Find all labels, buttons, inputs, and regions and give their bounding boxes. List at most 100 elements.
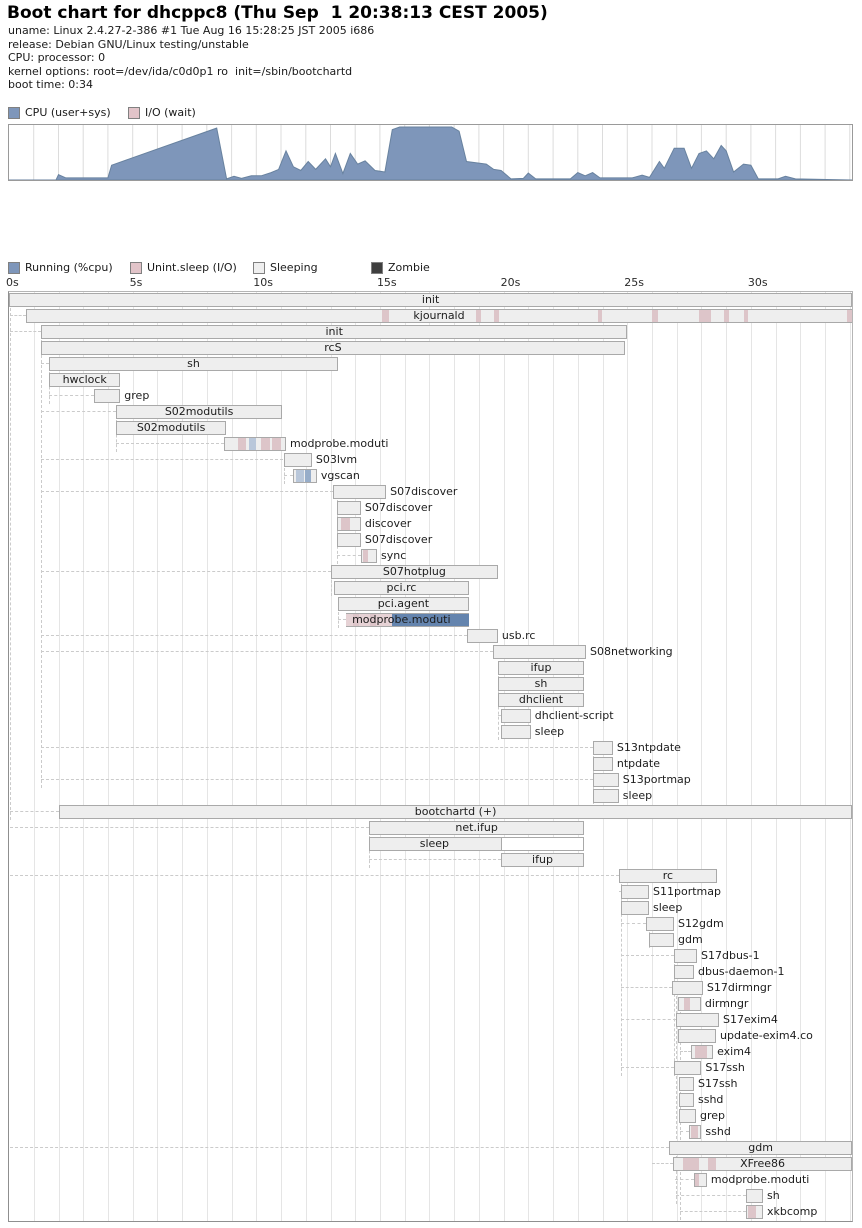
gridline [726, 292, 727, 1221]
process-state-segment [847, 310, 852, 322]
tree-connector [10, 811, 59, 812]
tree-connector-vertical [10, 308, 11, 820]
gridline [331, 292, 332, 1221]
running-swatch-icon [8, 262, 20, 274]
process-bar [679, 1109, 696, 1123]
time-tick-label: 10s [253, 276, 273, 289]
process-bar [649, 933, 674, 947]
process-state-segment [238, 438, 247, 450]
process-state-segment [353, 614, 359, 626]
tree-connector [41, 459, 283, 460]
process-state-segment [272, 438, 281, 450]
process-bar [369, 821, 584, 835]
legend-cpu-label: CPU (user+sys) [25, 106, 111, 119]
tree-connector [49, 395, 94, 396]
process-state-segment [699, 310, 711, 322]
process-bar [49, 373, 120, 387]
tree-connector [621, 1067, 674, 1068]
gridline [652, 292, 653, 1221]
process-bar [498, 677, 584, 691]
process-bar [674, 949, 697, 963]
process-label: S17dirmngr [707, 981, 772, 995]
process-state-segment [363, 550, 369, 562]
process-bar [116, 421, 226, 435]
gridline [83, 292, 84, 1221]
process-label: S17ssh [698, 1077, 737, 1091]
process-label: sh [767, 1189, 780, 1203]
process-bar [676, 1013, 719, 1027]
process-state-segment [748, 1206, 756, 1218]
process-state-segment [476, 310, 481, 322]
process-label: ntpdate [617, 757, 660, 771]
tree-connector [676, 1195, 746, 1196]
gridline [825, 292, 826, 1221]
legend-cpu: CPU (user+sys) [8, 106, 111, 119]
page-title: Boot chart for dhcppc8 (Thu Sep 1 20:38:… [7, 3, 548, 23]
tree-connector [41, 747, 593, 748]
process-bar [593, 789, 619, 803]
process-idle-segment [501, 837, 584, 851]
process-label: sync [381, 549, 406, 563]
gridline [627, 292, 628, 1221]
tree-connector [41, 635, 467, 636]
unint-sleep-swatch-icon [130, 262, 142, 274]
process-bar [41, 325, 627, 339]
process-bar [498, 661, 584, 675]
kernel-options-line: kernel options: root=/dev/ida/c0d0p1 ro … [8, 65, 352, 78]
tree-connector-vertical [41, 340, 42, 788]
process-state-segment [261, 438, 270, 450]
process-state-segment [724, 310, 729, 322]
tree-connector [680, 1131, 689, 1132]
process-label: gdm [678, 933, 703, 947]
tree-connector [41, 779, 593, 780]
process-label: S07discover [390, 485, 457, 499]
process-bar [337, 501, 361, 515]
process-bar [674, 965, 694, 979]
sleeping-swatch-icon [253, 262, 265, 274]
process-label: S03lvm [316, 453, 357, 467]
gridline [59, 292, 60, 1221]
process-bar [337, 533, 361, 547]
process-label: xkbcomp [767, 1205, 817, 1219]
time-tick-label: 25s [624, 276, 644, 289]
process-label: exim4 [717, 1045, 751, 1059]
process-state-segment [341, 518, 350, 530]
io-swatch-icon [128, 107, 140, 119]
gridline [850, 292, 851, 1221]
process-state-segment [652, 310, 658, 322]
gridline [281, 292, 282, 1221]
process-bar [674, 1061, 701, 1075]
legend-running: Running (%cpu) [8, 261, 113, 274]
process-bar [621, 885, 649, 899]
process-label: modprobe.moduti [290, 437, 388, 451]
legend-zombie-label: Zombie [388, 261, 430, 274]
tree-connector [621, 923, 646, 924]
process-bar [498, 693, 584, 707]
legend-unint-sleep-label: Unint.sleep (I/O) [147, 261, 237, 274]
gridline [380, 292, 381, 1221]
tree-connector [41, 363, 49, 364]
process-state-segment [695, 1046, 707, 1058]
legend-zombie: Zombie [371, 261, 430, 274]
tree-connector [337, 555, 361, 556]
process-bar [94, 389, 120, 403]
process-label: S13portmap [623, 773, 691, 787]
process-label: usb.rc [502, 629, 536, 643]
gridline [776, 292, 777, 1221]
legend-io-label: I/O (wait) [145, 106, 196, 119]
release-line: release: Debian GNU/Linux testing/unstab… [8, 38, 249, 51]
process-label: dbus-daemon-1 [698, 965, 785, 979]
gridline [256, 292, 257, 1221]
process-bar [338, 597, 469, 611]
process-label: S17ssh [705, 1061, 744, 1075]
process-bar [501, 853, 584, 867]
legend-sleeping-label: Sleeping [270, 261, 318, 274]
tree-connector [621, 987, 672, 988]
process-bar [672, 981, 703, 995]
process-bar [746, 1189, 763, 1203]
cpu-usage-area-chart [8, 124, 853, 181]
process-bar [679, 1093, 694, 1107]
gridline [578, 292, 579, 1221]
tree-connector-vertical [338, 612, 339, 628]
process-bar [673, 1157, 852, 1171]
